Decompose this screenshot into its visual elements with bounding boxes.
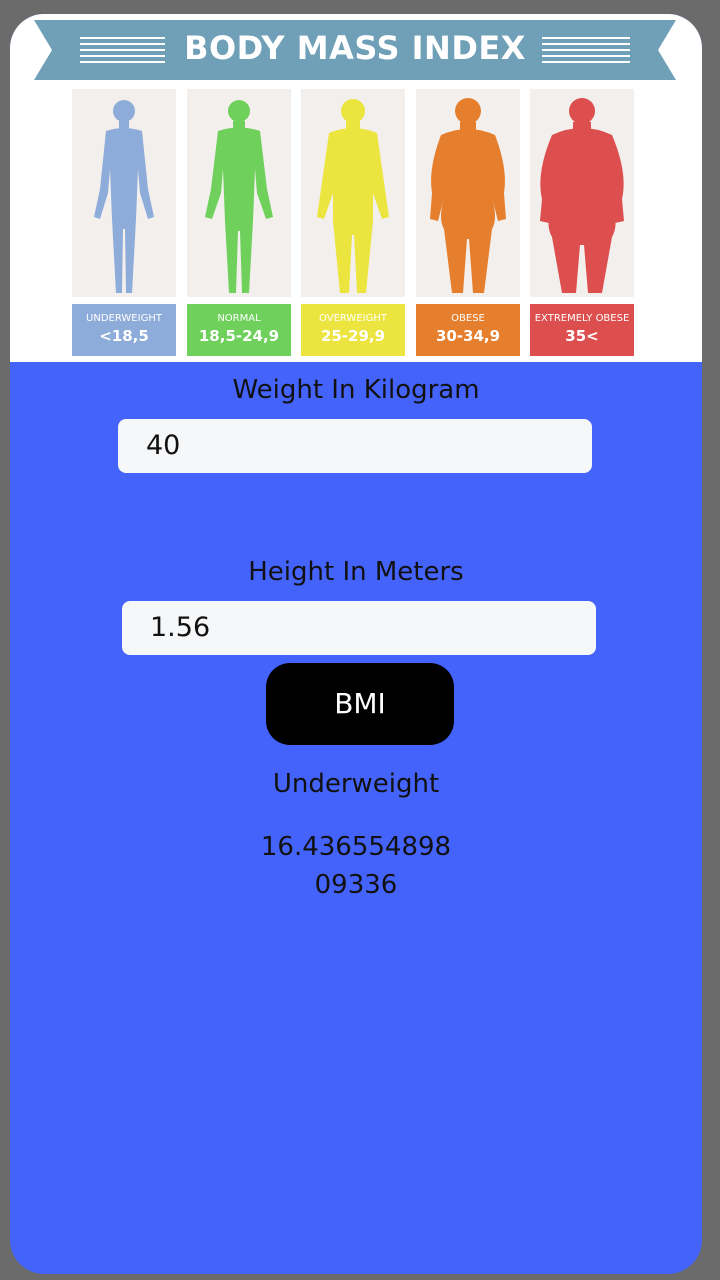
underweight-body-icon (94, 100, 154, 293)
underweight-figure-panel (72, 89, 176, 297)
category-name: OVERWEIGHT (319, 313, 387, 324)
category-range: 35< (565, 327, 599, 345)
underweight-label: UNDERWEIGHT <18,5 (72, 304, 176, 356)
obese-body-icon (430, 98, 506, 293)
overweight-label: OVERWEIGHT 25-29,9 (301, 304, 405, 356)
result-value: 16.43655489809336 (260, 832, 452, 900)
extremely-obese-figure-panel (530, 89, 634, 297)
category-range: 18,5-24,9 (198, 327, 280, 345)
normal-label: NORMAL 18,5-24,9 (187, 304, 291, 356)
height-input[interactable]: 1.56 (122, 601, 596, 655)
obese-label: OBESE 30-34,9 (416, 304, 520, 356)
category-name: EXTREMELY OBESE (534, 313, 630, 324)
obese-figure-panel (416, 89, 520, 297)
category-range: 30-34,9 (435, 327, 501, 345)
height-label: Height In Meters (248, 557, 464, 587)
category-name: UNDERWEIGHT (86, 313, 162, 324)
extremely-obese-body-icon (540, 98, 624, 293)
overweight-figure-panel (301, 89, 405, 297)
category-range: <18,5 (99, 327, 149, 345)
category-name: NORMAL (217, 313, 261, 324)
category-range: 25-29,9 (320, 327, 386, 345)
result-category: Underweight (272, 769, 440, 799)
weight-label: Weight In Kilogram (232, 375, 480, 405)
bmi-button[interactable]: BMI (266, 663, 454, 745)
normal-body-icon (205, 100, 273, 293)
weight-input[interactable]: 40 (118, 419, 592, 473)
bmi-chart-image: BODY MASS INDEX UNDERWEIGHT <18,5 NORMAL… (10, 14, 702, 362)
normal-figure-panel (187, 89, 291, 297)
extremely-obese-label: EXTREMELY OBESE 35< (530, 304, 634, 356)
app-screen: BODY MASS INDEX UNDERWEIGHT <18,5 NORMAL… (10, 14, 702, 1274)
overweight-body-icon (317, 99, 389, 293)
category-name: OBESE (451, 313, 485, 324)
banner-title: BODY MASS INDEX (184, 29, 526, 67)
